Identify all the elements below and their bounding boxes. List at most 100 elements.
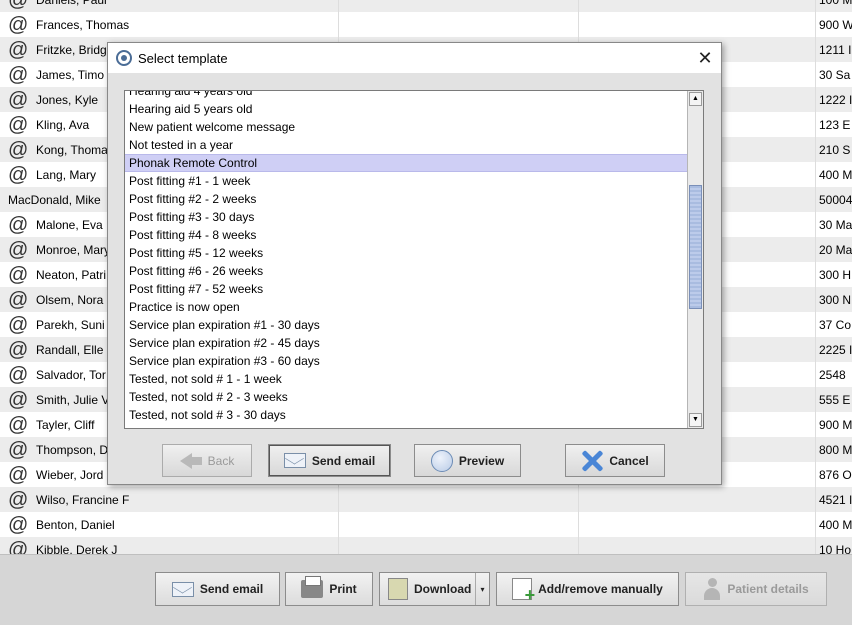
email-at-icon: @ bbox=[8, 538, 29, 555]
globe-icon bbox=[430, 449, 453, 472]
dialog-titlebar[interactable]: Select template ✕ bbox=[108, 43, 721, 74]
patient-name-cell: @ Kibble, Derek J bbox=[0, 537, 338, 555]
table-row[interactable]: @ Benton, Daniel 400 M bbox=[0, 512, 852, 537]
patient-address-cell: 900 W bbox=[815, 12, 852, 37]
back-button[interactable]: Back bbox=[162, 444, 252, 477]
printer-icon bbox=[301, 576, 324, 598]
select-template-dialog: Select template ✕ Hearing aid 4 years ol… bbox=[107, 42, 722, 485]
template-item[interactable]: Service plan expiration #2 - 45 days bbox=[125, 334, 687, 352]
patient-name: Neaton, Patri bbox=[36, 267, 107, 282]
vertical-scrollbar[interactable]: ▲ ▼ bbox=[687, 91, 703, 428]
email-at-icon: @ bbox=[8, 288, 29, 311]
email-at-icon: @ bbox=[8, 138, 29, 161]
scrollbar-thumb[interactable] bbox=[689, 185, 702, 309]
patient-address-cell: 876 O bbox=[815, 462, 852, 487]
template-item-selected[interactable]: Phonak Remote Control bbox=[125, 154, 687, 172]
patient-name: Jones, Kyle bbox=[36, 92, 99, 107]
table-cell bbox=[578, 512, 815, 537]
preview-button[interactable]: Preview bbox=[414, 444, 521, 477]
table-cell bbox=[578, 537, 815, 554]
template-item[interactable]: Tested, not sold # 2 - 3 weeks bbox=[125, 388, 687, 406]
patient-name-cell: @ Frances, Thomas bbox=[0, 12, 338, 37]
template-item[interactable]: Post fitting #3 - 30 days bbox=[125, 208, 687, 226]
cancel-x-icon bbox=[581, 450, 603, 472]
patient-name: Monroe, Mary bbox=[36, 242, 111, 257]
table-cell bbox=[338, 0, 578, 12]
table-row[interactable]: @ Kibble, Derek J 10 Ho bbox=[0, 537, 852, 554]
table-row[interactable]: @ Frances, Thomas 900 W bbox=[0, 12, 852, 37]
template-item[interactable]: Post fitting #4 - 8 weeks bbox=[125, 226, 687, 244]
patient-address-cell: 1222 I bbox=[815, 87, 852, 112]
patient-address-cell: 30 Sa bbox=[815, 62, 852, 87]
template-item[interactable]: Hearing aid 4 years old bbox=[125, 91, 687, 100]
patient-name-cell: @ Benton, Daniel bbox=[0, 512, 338, 537]
patient-name: Malone, Eva bbox=[36, 217, 103, 232]
patient-address-cell: 30 Ma bbox=[815, 212, 852, 237]
toolbar-send-email-button[interactable]: Send email bbox=[155, 572, 280, 606]
email-at-icon: @ bbox=[8, 238, 29, 261]
template-item[interactable]: Hearing aid 5 years old bbox=[125, 100, 687, 118]
send-email-button[interactable]: Send email bbox=[268, 444, 391, 477]
template-item[interactable]: Practice is now open bbox=[125, 298, 687, 316]
template-item[interactable]: Service plan expiration #1 - 30 days bbox=[125, 316, 687, 334]
patient-address-cell: 100 M bbox=[815, 0, 852, 12]
patient-address-cell: 4521 I bbox=[815, 487, 852, 512]
template-item[interactable]: Tested, not sold # 3 - 30 days bbox=[125, 406, 687, 424]
email-at-icon: @ bbox=[8, 63, 29, 86]
template-list[interactable]: Hearing aid 4 years old Hearing aid 5 yea… bbox=[124, 90, 704, 429]
template-item[interactable]: Tested, not sold # 1 - 1 week bbox=[125, 370, 687, 388]
dialog-title: Select template bbox=[138, 50, 228, 66]
email-at-icon: @ bbox=[8, 463, 29, 486]
template-item[interactable]: Post fitting #2 - 2 weeks bbox=[125, 190, 687, 208]
patient-address-cell: 20 Ma bbox=[815, 237, 852, 262]
table-cell bbox=[338, 487, 578, 512]
table-cell bbox=[578, 487, 815, 512]
template-item[interactable]: Post fitting #1 - 1 week bbox=[125, 172, 687, 190]
patient-address-cell: 555 E bbox=[815, 387, 852, 412]
scroll-up-icon[interactable]: ▲ bbox=[689, 92, 702, 106]
email-at-icon: @ bbox=[8, 263, 29, 286]
patient-name: Fritzke, Bridg bbox=[36, 42, 107, 57]
email-at-icon: @ bbox=[8, 163, 29, 186]
patient-address-cell: 300 H bbox=[815, 262, 852, 287]
patient-address-cell: 1211 I bbox=[815, 37, 852, 62]
patient-name: Thompson, D bbox=[36, 442, 109, 457]
template-item[interactable]: Service plan expiration #3 - 60 days bbox=[125, 352, 687, 370]
chevron-down-icon[interactable]: ▾ bbox=[475, 573, 489, 605]
add-remove-manually-button[interactable]: Add/remove manually bbox=[496, 572, 679, 606]
back-arrow-icon bbox=[179, 452, 202, 469]
email-at-icon: @ bbox=[8, 38, 29, 61]
template-item[interactable]: Post fitting #5 - 12 weeks bbox=[125, 244, 687, 262]
print-button[interactable]: Print bbox=[285, 572, 373, 606]
template-item[interactable]: Not tested in a year bbox=[125, 136, 687, 154]
patient-name: Olsem, Nora bbox=[36, 292, 104, 307]
patient-name: Kibble, Derek J bbox=[36, 542, 118, 555]
table-row[interactable]: @Daniels, Paul 100 M bbox=[0, 0, 852, 12]
envelope-icon bbox=[171, 581, 194, 597]
close-icon[interactable]: ✕ bbox=[695, 48, 715, 68]
patient-address-cell: 300 N bbox=[815, 287, 852, 312]
patient-name: Smith, Julie V bbox=[36, 392, 110, 407]
patient-address-cell: 400 M bbox=[815, 512, 852, 537]
table-cell bbox=[338, 537, 578, 554]
patient-address-cell: 10 Ho bbox=[815, 537, 852, 554]
table-cell bbox=[338, 512, 578, 537]
patient-details-button[interactable]: Patient details bbox=[685, 572, 827, 606]
email-at-icon: @ bbox=[8, 438, 29, 461]
scroll-down-icon[interactable]: ▼ bbox=[689, 413, 702, 427]
patient-name: Wieber, Jord bbox=[36, 467, 104, 482]
cancel-button[interactable]: Cancel bbox=[565, 444, 665, 477]
email-at-icon: @ bbox=[8, 363, 29, 386]
patient-name-cell: @Daniels, Paul bbox=[0, 0, 338, 12]
patient-name: MacDonald, Mike bbox=[8, 192, 101, 207]
template-item[interactable]: New patient welcome message bbox=[125, 118, 687, 136]
app-icon bbox=[116, 50, 132, 66]
patient-address-cell: 37 Co bbox=[815, 312, 852, 337]
table-row[interactable]: @ Wilso, Francine F 4521 I bbox=[0, 487, 852, 512]
patient-name: Parekh, Suni bbox=[36, 317, 105, 332]
download-dropdown-button[interactable]: Download ▾ bbox=[379, 572, 490, 606]
table-cell bbox=[338, 12, 578, 37]
template-item[interactable]: Post fitting #6 - 26 weeks bbox=[125, 262, 687, 280]
patient-address-cell: 2548 bbox=[815, 362, 852, 387]
template-item[interactable]: Post fitting #7 - 52 weeks bbox=[125, 280, 687, 298]
